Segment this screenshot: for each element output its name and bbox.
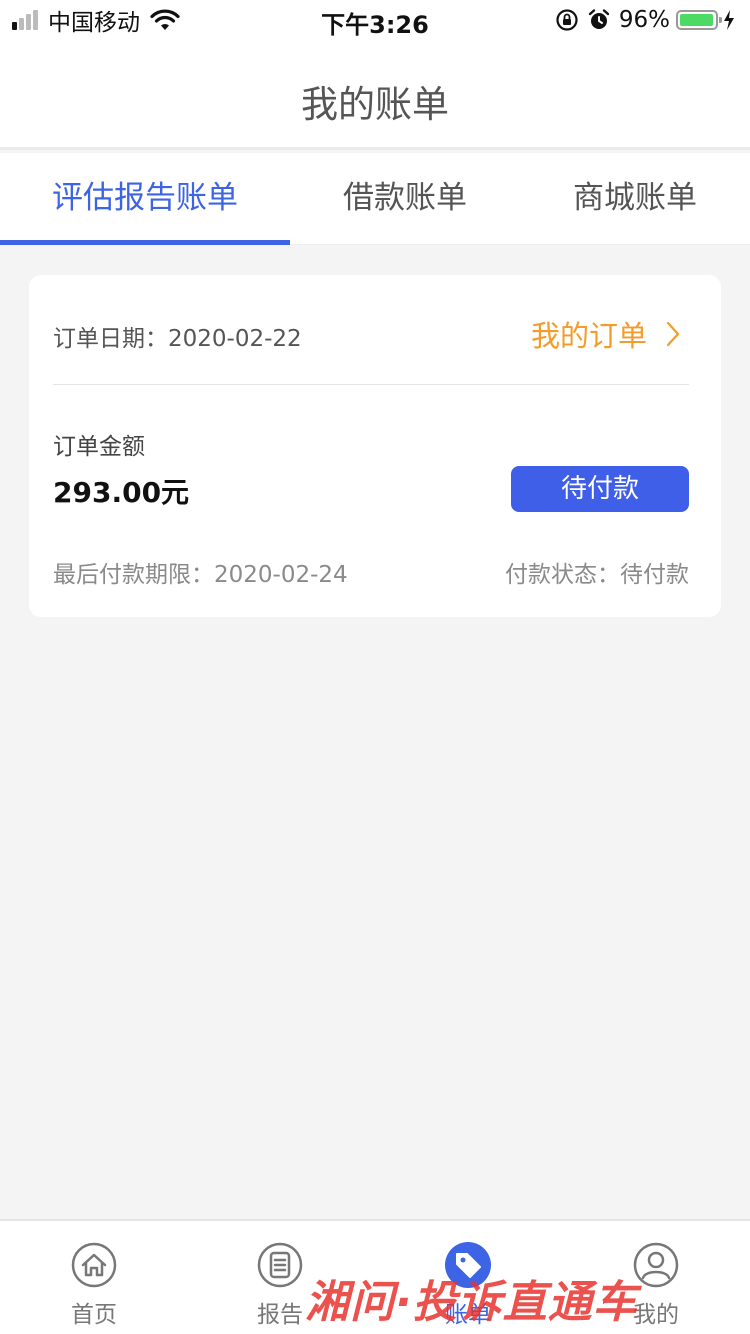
order-date: 订单日期：2020-02-22 bbox=[53, 326, 302, 352]
nav-bar: 我的账单 bbox=[0, 40, 750, 150]
active-tab-indicator bbox=[0, 240, 290, 245]
bill-card: 订单日期：2020-02-22 我的订单 订单金额 293.00元 待付款 最后… bbox=[29, 275, 721, 617]
my-order-label: 我的订单 bbox=[530, 319, 647, 353]
tab-mall-bill[interactable]: 商城账单 bbox=[520, 153, 750, 245]
battery-percentage: 96% bbox=[618, 7, 670, 33]
tab-bar-bill[interactable]: 账单 bbox=[388, 1221, 548, 1334]
divider bbox=[53, 384, 689, 385]
alarm-icon bbox=[588, 9, 610, 29]
payment-deadline: 最后付款期限：2020-02-24 bbox=[53, 562, 348, 588]
tab-bar-report[interactable]: 报告 bbox=[200, 1221, 360, 1334]
tab-bar-label: 我的 bbox=[633, 1302, 679, 1328]
tab-bar-home[interactable]: 首页 bbox=[14, 1221, 174, 1334]
home-icon bbox=[71, 1242, 117, 1288]
tab-bar-label: 报告 bbox=[257, 1302, 303, 1328]
bill-tabs: 评估报告账单 借款账单 商城账单 bbox=[0, 153, 750, 245]
my-order-link[interactable]: 我的订单 bbox=[531, 313, 681, 355]
payment-status: 付款状态：待付款 bbox=[505, 562, 689, 588]
tab-loan-bill[interactable]: 借款账单 bbox=[290, 153, 520, 245]
battery-icon bbox=[676, 10, 722, 30]
chevron-right-icon bbox=[666, 321, 680, 347]
tab-bar-label: 账单 bbox=[445, 1302, 491, 1328]
tag-icon bbox=[445, 1242, 491, 1288]
charging-icon bbox=[724, 10, 734, 30]
status-bar: 中国移动 下午3:26 96% bbox=[0, 0, 750, 40]
tab-bar-mine[interactable]: 我的 bbox=[576, 1221, 736, 1334]
tab-bar-label: 首页 bbox=[71, 1302, 117, 1328]
order-amount-value: 293.00元 bbox=[53, 476, 190, 509]
order-amount-label: 订单金额 bbox=[53, 434, 145, 460]
page-title: 我的账单 bbox=[301, 83, 449, 126]
rotation-lock-icon bbox=[556, 9, 578, 31]
person-icon bbox=[633, 1242, 679, 1288]
pay-button[interactable]: 待付款 bbox=[511, 466, 689, 512]
document-icon bbox=[257, 1242, 303, 1288]
bottom-tab-bar: 首页 报告 账单 我的 bbox=[0, 1219, 750, 1334]
tab-assessment-report-bill[interactable]: 评估报告账单 bbox=[0, 153, 290, 245]
